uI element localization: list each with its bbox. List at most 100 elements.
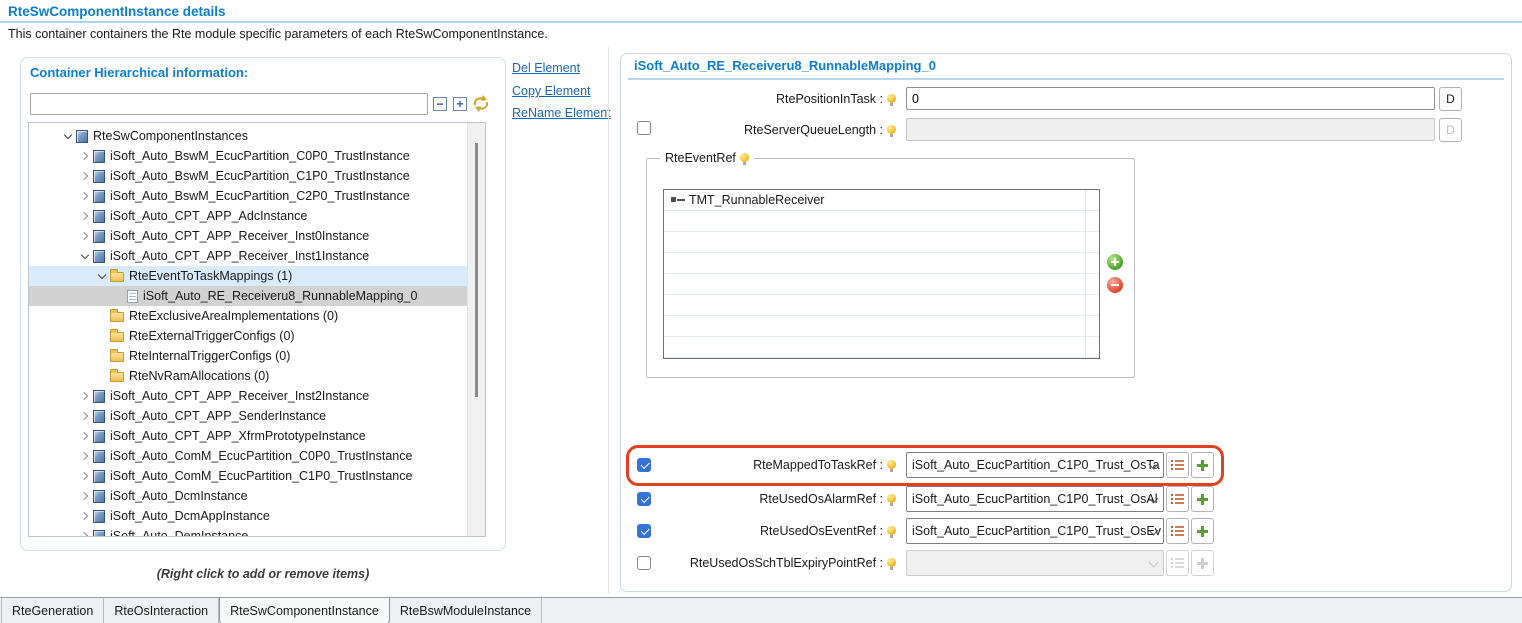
tree-item[interactable]: RteExclusiveAreaImplementations (0) bbox=[29, 306, 486, 326]
event-ref-add-button[interactable] bbox=[1107, 254, 1123, 270]
copy-element-link[interactable]: Copy Element bbox=[512, 84, 591, 98]
chevron-right-icon[interactable] bbox=[78, 409, 92, 423]
position-in-task-input[interactable] bbox=[906, 87, 1435, 110]
tree-item-label: iSoft_Auto_CPT_APP_Receiver_Inst2Instanc… bbox=[110, 389, 369, 403]
tree-item[interactable]: RteSwComponentInstances bbox=[29, 126, 486, 146]
position-in-task-default-button[interactable]: D bbox=[1439, 87, 1462, 111]
reference-add-button[interactable] bbox=[1191, 518, 1214, 544]
reference-list-button[interactable] bbox=[1166, 452, 1189, 478]
event-ref-row[interactable] bbox=[664, 295, 1099, 316]
reference-row: RteUsedOsAlarmRef : iSoft_Auto_EcucPartit… bbox=[0, 486, 1522, 512]
position-in-task-label-wrap: RtePositionInTask : bbox=[650, 89, 896, 109]
tree-item[interactable]: iSoft_Auto_CPT_APP_Receiver_Inst2Instanc… bbox=[29, 386, 486, 406]
tree-item-label: RteExclusiveAreaImplementations (0) bbox=[129, 309, 338, 323]
reference-label: RteUsedOsEventRef : bbox=[760, 524, 883, 538]
event-ref-row[interactable] bbox=[664, 253, 1099, 274]
tree-item[interactable]: iSoft_Auto_CPT_APP_SenderInstance bbox=[29, 406, 486, 426]
event-ref-row[interactable]: TMT_RunnableReceiver bbox=[664, 190, 1099, 211]
title-underline bbox=[0, 21, 1522, 23]
reference-label: RteUsedOsSchTblExpiryPointRef : bbox=[690, 556, 883, 570]
tree-item[interactable]: iSoft_Auto_RE_Receiveru8_RunnableMapping… bbox=[29, 286, 486, 306]
server-queue-length-checkbox[interactable] bbox=[637, 121, 651, 135]
reference-add-button[interactable] bbox=[1191, 486, 1214, 512]
tab-RteBswModuleInstance[interactable]: RteBswModuleInstance bbox=[390, 598, 542, 623]
reference-add-button[interactable] bbox=[1191, 452, 1214, 478]
reference-list-button[interactable] bbox=[1166, 518, 1189, 544]
chevron-right-icon[interactable] bbox=[78, 429, 92, 443]
folder-icon bbox=[110, 332, 124, 342]
tree-item[interactable]: RteInternalTriggerConfigs (0) bbox=[29, 346, 486, 366]
rename-element-link[interactable]: ReName Element bbox=[512, 106, 611, 120]
tree-item[interactable]: iSoft_Auto_BswM_EcucPartition_C0P0_Trust… bbox=[29, 146, 486, 166]
tree-item[interactable]: RteEventToTaskMappings (1) bbox=[29, 266, 486, 286]
chevron-right-icon[interactable] bbox=[78, 169, 92, 183]
list-icon bbox=[1171, 459, 1184, 471]
tree-item[interactable]: iSoft_Auto_CPT_APP_Receiver_Inst0Instanc… bbox=[29, 226, 486, 246]
tree-item-label: iSoft_Auto_CPT_APP_AdcInstance bbox=[110, 209, 307, 223]
chevron-down-icon[interactable] bbox=[61, 129, 75, 143]
arrow-spacer bbox=[95, 369, 109, 383]
event-ref-row[interactable] bbox=[664, 337, 1099, 358]
plus-icon bbox=[1197, 558, 1208, 569]
tree-item[interactable]: iSoft_Auto_BswM_EcucPartition_C2P0_Trust… bbox=[29, 186, 486, 206]
collapse-all-button[interactable]: − bbox=[433, 97, 447, 111]
tree-scrollbar-thumb[interactable] bbox=[475, 143, 478, 397]
tree-item[interactable]: RteExternalTriggerConfigs (0) bbox=[29, 326, 486, 346]
tree-filter-input[interactable] bbox=[30, 93, 428, 115]
reference-combobox-value: iSoft_Auto_EcucPartition_C1P0_Trust_OsTa bbox=[912, 458, 1160, 472]
reference-checkbox[interactable] bbox=[637, 556, 651, 570]
event-ref-row[interactable] bbox=[664, 274, 1099, 295]
event-ref-remove-button[interactable] bbox=[1107, 277, 1123, 293]
bulb-icon bbox=[887, 494, 896, 505]
reference-checkbox[interactable] bbox=[637, 492, 651, 506]
tab-label: RteGeneration bbox=[12, 604, 93, 618]
reference-combobox[interactable]: iSoft_Auto_EcucPartition_C1P0_Trust_OsAl bbox=[906, 486, 1164, 512]
refresh-button[interactable] bbox=[472, 94, 490, 112]
chevron-right-icon[interactable] bbox=[78, 149, 92, 163]
event-ref-row[interactable] bbox=[664, 211, 1099, 232]
bulb-icon bbox=[887, 94, 896, 105]
event-ref-rows: TMT_RunnableReceiver bbox=[664, 190, 1099, 358]
tree-item-label: RteExternalTriggerConfigs (0) bbox=[129, 329, 295, 343]
tab-RteOsInteraction[interactable]: RteOsInteraction bbox=[104, 598, 219, 623]
reference-checkbox[interactable] bbox=[637, 458, 651, 472]
chevron-down-icon bbox=[1149, 558, 1159, 568]
del-element-link[interactable]: Del Element bbox=[512, 61, 580, 75]
tab-label: RteSwComponentInstance bbox=[230, 604, 379, 618]
expand-all-button[interactable]: + bbox=[453, 97, 467, 111]
cube-icon bbox=[93, 150, 105, 163]
chevron-right-icon[interactable] bbox=[78, 209, 92, 223]
bottom-tab-bar: RteGeneration RteOsInteraction RteSwCompon… bbox=[0, 597, 1522, 623]
tree-item[interactable]: iSoft_Auto_CPT_APP_XfrmPrototypeInstance bbox=[29, 426, 486, 446]
tree-item-label: iSoft_Auto_CPT_APP_Receiver_Inst0Instanc… bbox=[110, 229, 369, 243]
chevron-right-icon[interactable] bbox=[78, 229, 92, 243]
tree-item[interactable]: iSoft_Auto_BswM_EcucPartition_C1P0_Trust… bbox=[29, 166, 486, 186]
chevron-down-icon[interactable] bbox=[78, 249, 92, 263]
hierarchy-panel-title: Container Hierarchical information: bbox=[30, 65, 248, 80]
reference-combobox[interactable]: iSoft_Auto_EcucPartition_C1P0_Trust_OsEv bbox=[906, 518, 1164, 544]
chevron-right-icon[interactable] bbox=[78, 389, 92, 403]
tree-item[interactable]: iSoft_Auto_CPT_APP_Receiver_Inst1Instanc… bbox=[29, 246, 486, 266]
event-ref-value: TMT_RunnableReceiver bbox=[689, 193, 824, 207]
reference-list-button[interactable] bbox=[1166, 486, 1189, 512]
chevron-right-icon[interactable] bbox=[78, 189, 92, 203]
bulb-icon bbox=[887, 526, 896, 537]
chevron-down-icon[interactable] bbox=[95, 269, 109, 283]
event-ref-row[interactable] bbox=[664, 232, 1099, 253]
cube-icon bbox=[93, 430, 105, 443]
reference-checkbox[interactable] bbox=[637, 524, 651, 538]
tree-item[interactable]: RteNvRamAllocations (0) bbox=[29, 366, 486, 386]
tab-RteGeneration[interactable]: RteGeneration bbox=[1, 598, 104, 623]
bulb-icon bbox=[887, 558, 896, 569]
tab-RteSwComponentInstance[interactable]: RteSwComponentInstance bbox=[219, 598, 390, 623]
event-ref-row[interactable] bbox=[664, 316, 1099, 337]
event-ref-table[interactable]: TMT_RunnableReceiver bbox=[663, 189, 1100, 359]
cube-icon bbox=[93, 190, 105, 203]
reference-label-wrap: RteUsedOsEventRef : bbox=[650, 521, 896, 541]
cube-icon bbox=[93, 210, 105, 223]
folder-icon bbox=[110, 352, 124, 362]
reference-label-wrap: RteMappedToTaskRef : bbox=[650, 455, 896, 475]
tree-item[interactable]: iSoft_Auto_CPT_APP_AdcInstance bbox=[29, 206, 486, 226]
reference-combobox[interactable]: iSoft_Auto_EcucPartition_C1P0_Trust_OsTa bbox=[906, 452, 1164, 478]
reference-label: RteUsedOsAlarmRef : bbox=[759, 492, 883, 506]
